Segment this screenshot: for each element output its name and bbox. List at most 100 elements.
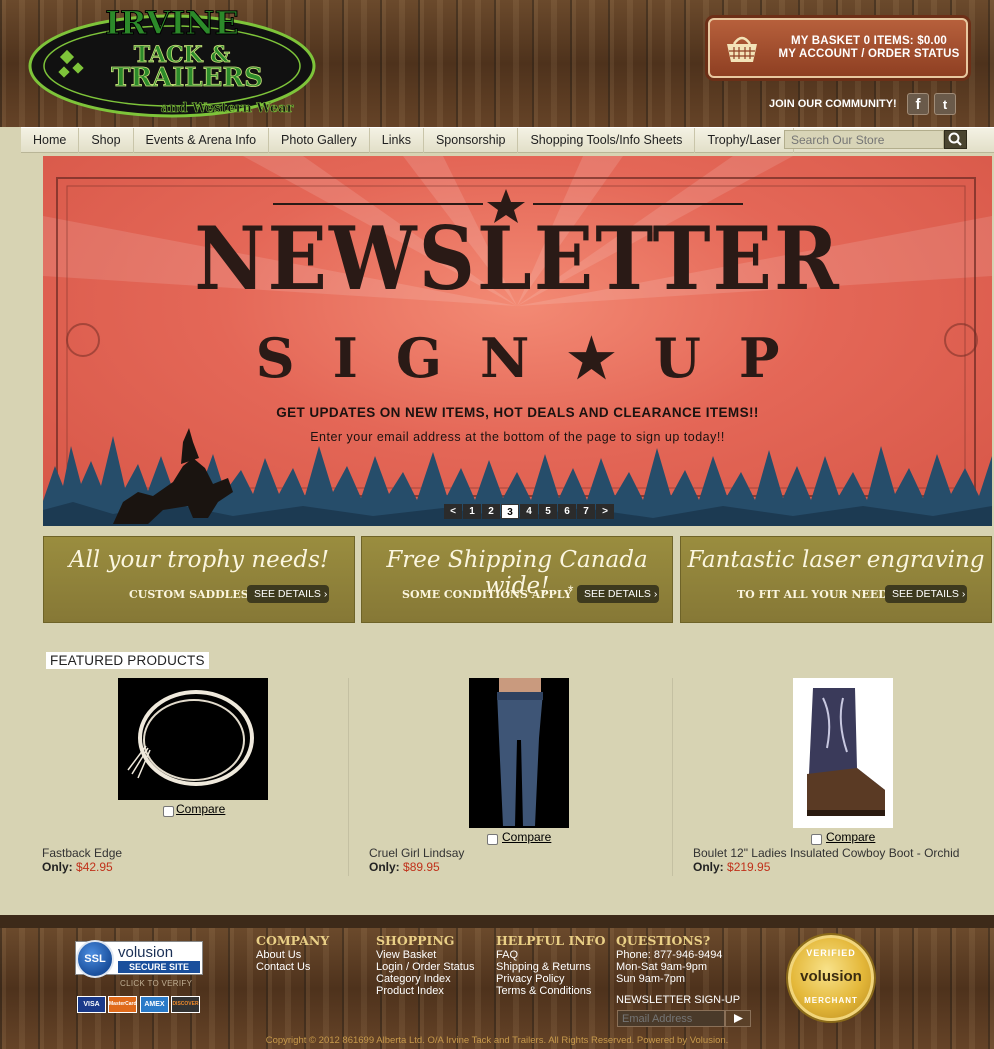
see-details-button[interactable]: SEE DETAILS › [885,585,967,603]
nav-trophy-laser[interactable]: Trophy/Laser [695,128,794,153]
nav-shop[interactable]: Shop [79,128,134,153]
pager-6[interactable]: 6 [558,504,576,519]
pager-prev[interactable]: < [444,504,462,519]
verified-merchant-seal[interactable]: VERIFIED volusion MERCHANT [788,935,874,1021]
promo-subtitle: TO FIT ALL YOUR NEEDS [737,588,896,601]
nav-sponsorship[interactable]: Sponsorship [424,128,519,153]
site-logo[interactable]: IRVINE TACK & TRAILERS and Western Wear [22,4,322,122]
seal-top-text: VERIFIED [806,948,856,958]
newsletter-submit-button[interactable] [725,1010,751,1027]
banner-pager: < 1 2 3 4 5 6 7 > [444,504,614,519]
footer-hours-sunday: Sun 9am-7pm [616,973,686,985]
product-name[interactable]: Boulet 12" Ladies Insulated Cowboy Boot … [693,846,959,860]
pager-3[interactable]: 3 [501,504,519,519]
pager-4[interactable]: 4 [520,504,538,519]
chevron-right-icon: › [323,588,328,600]
footer-link-contact-us[interactable]: Contact Us [256,961,310,973]
price-prefix: Only: [42,860,73,874]
lariat-rope-image [127,690,254,786]
compare-checkbox[interactable] [163,806,174,817]
promo-title: All your trophy needs! [68,547,330,573]
chevron-right-icon: › [961,588,966,600]
ssl-verify-link[interactable]: CLICK TO VERIFY [120,979,192,988]
jeans-image [497,678,543,826]
product-price: Only: $219.95 [693,860,770,874]
promo-laser[interactable]: Fantastic laser engraving TO FIT ALL YOU… [680,536,992,623]
pager-7[interactable]: 7 [577,504,595,519]
footer-link-faq[interactable]: FAQ [496,949,518,961]
logo-line3: TRAILERS [111,63,263,93]
ssl-icon: SSL [76,940,114,978]
footer-divider [0,915,994,928]
site-header: IRVINE TACK & TRAILERS and Western Wear … [0,0,994,127]
column-divider [672,678,673,876]
product-name[interactable]: Cruel Girl Lindsay [369,846,464,860]
newsletter-banner[interactable]: NEWSLETTER SIGN★UP GET UPDATES ON NEW IT… [43,156,992,526]
pager-1[interactable]: 1 [463,504,481,519]
pager-next[interactable]: > [596,504,614,519]
chevron-right-icon: › [653,588,658,600]
search-input[interactable] [784,130,944,149]
asterisk-note: * [568,582,574,598]
see-details-button[interactable]: SEE DETAILS › [577,585,659,603]
price-prefix: Only: [693,860,724,874]
footer-link-privacy-policy[interactable]: Privacy Policy [496,973,564,985]
seal-bottom-text: MERCHANT [804,996,858,1005]
copyright-text: Copyright © 2012 861699 Alberta Ltd. O/A… [265,1035,729,1046]
facebook-icon[interactable]: f [907,93,929,115]
footer-link-about-us[interactable]: About Us [256,949,301,961]
nav-home[interactable]: Home [21,128,80,153]
footer-helpful-heading: HELPFUL INFO [496,933,606,948]
compare-checkbox[interactable] [487,834,498,845]
price-value: $219.95 [727,860,771,874]
see-details-button[interactable]: SEE DETAILS › [247,585,329,603]
promo-trophy[interactable]: All your trophy needs! CUSTOM SADDLES! S… [43,536,355,623]
promo-shipping[interactable]: Free Shipping Canada wide! SOME CONDITIO… [361,536,673,623]
footer-link-product-index[interactable]: Product Index [376,985,444,997]
promo-title: Fantastic laser engraving [687,547,985,573]
discover-icon: DISCOVER [171,996,200,1013]
see-details-label: SEE DETAILS [584,588,651,600]
nav-shopping-tools[interactable]: Shopping Tools/Info Sheets [518,128,696,153]
column-divider [348,678,349,876]
compare-link[interactable]: Compare [502,830,551,844]
footer-company-heading: COMPANY [256,933,330,948]
product-name[interactable]: Fastback Edge [42,846,122,860]
price-value: $42.95 [76,860,113,874]
compare-link[interactable]: Compare [176,802,225,816]
see-details-label: SEE DETAILS [892,588,959,600]
my-basket-link[interactable]: MY BASKET 0 ITEMS: $0.00 [776,35,962,47]
product-image-jeans[interactable] [469,678,569,828]
search-button[interactable] [944,130,967,149]
product-image-boot[interactable] [793,678,893,828]
price-prefix: Only: [369,860,400,874]
visa-icon: VISA [77,996,106,1013]
footer-shopping-heading: SHOPPING [376,933,455,948]
nav-events-arena-info[interactable]: Events & Arena Info [134,128,270,153]
logo-line4: and Western Wear [161,101,294,116]
compare-checkbox[interactable] [811,834,822,845]
footer-phone: Phone: 877-946-9494 [616,949,723,961]
newsletter-email-input[interactable] [617,1010,725,1027]
footer-link-view-basket[interactable]: View Basket [376,949,436,961]
basket-summary[interactable]: MY BASKET 0 ITEMS: $0.00 MY ACCOUNT / OR… [708,18,968,78]
nav-photo-gallery[interactable]: Photo Gallery [269,128,370,153]
nav-links[interactable]: Links [370,128,424,153]
pager-2[interactable]: 2 [482,504,500,519]
pager-5[interactable]: 5 [539,504,557,519]
footer-link-shipping-returns[interactable]: Shipping & Returns [496,961,591,973]
cowboy-boot-image [807,688,885,816]
featured-products-heading: FEATURED PRODUCTS [46,652,209,669]
product-image-rope[interactable] [118,678,268,800]
footer-link-category-index[interactable]: Category Index [376,973,451,985]
compare-link[interactable]: Compare [826,830,875,844]
twitter-icon[interactable]: t [934,93,956,115]
community-label: JOIN OUR COMMUNITY! [769,98,897,110]
my-account-link[interactable]: MY ACCOUNT / ORDER STATUS [776,48,962,60]
logo-line1: IRVINE [105,4,239,42]
ssl-secure-badge[interactable]: SSL volusion SECURE SITE [75,940,203,978]
footer-link-terms[interactable]: Terms & Conditions [496,985,591,997]
see-details-label: SEE DETAILS [254,588,321,600]
footer-link-login[interactable]: Login / Order Status [376,961,474,973]
ssl-secure-site: SECURE SITE [118,961,200,973]
